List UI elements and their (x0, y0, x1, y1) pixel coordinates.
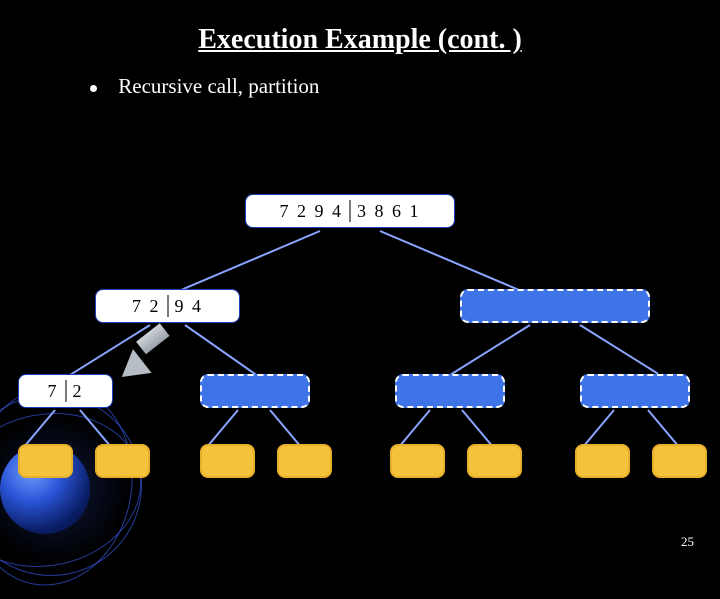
leaf-8 (652, 444, 707, 478)
separator-icon (65, 380, 67, 402)
l3-c-placeholder (395, 374, 505, 408)
page-number: 25 (681, 534, 694, 550)
bullet-text: Recursive call, partition (118, 74, 319, 98)
leaf-1 (18, 444, 73, 478)
leaf-7 (575, 444, 630, 478)
separator-icon (349, 200, 351, 222)
root-node: 7 2 9 4 3 8 6 1 (245, 194, 455, 228)
leaf-6 (467, 444, 522, 478)
leaf-4 (277, 444, 332, 478)
l2-right-node-placeholder (460, 289, 650, 323)
diagram-stage: 7 2 9 4 3 8 6 1 7 2 9 4 7 2 (0, 174, 720, 514)
bullet-dot (90, 85, 97, 92)
l3-d-placeholder (580, 374, 690, 408)
slide-title: Execution Example (cont. ) (0, 24, 720, 56)
l3-b-placeholder (200, 374, 310, 408)
leaf-3 (200, 444, 255, 478)
separator-icon (167, 295, 169, 317)
leaf-2 (95, 444, 150, 478)
l3-a-node: 7 2 (18, 374, 113, 408)
leaf-5 (390, 444, 445, 478)
bullet-line: Recursive call, partition (90, 74, 720, 99)
recursion-arrow-icon (123, 340, 183, 380)
l2-left-node: 7 2 9 4 (95, 289, 240, 323)
